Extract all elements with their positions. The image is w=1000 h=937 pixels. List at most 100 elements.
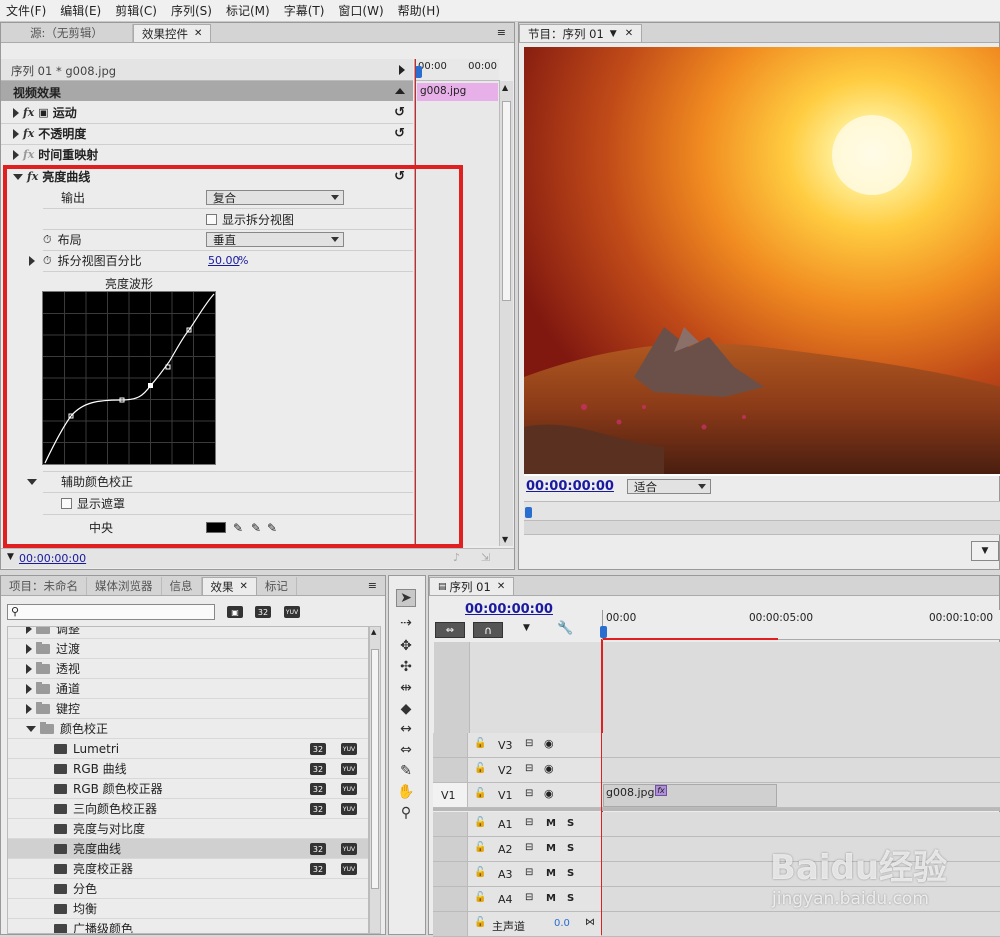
ec-scrollbar[interactable]: ▲ ▼ [499, 81, 513, 546]
effect-item-8[interactable]: 均衡 [8, 899, 368, 919]
effect-item-7[interactable]: 分色 [8, 879, 368, 899]
playhead-icon[interactable] [600, 626, 607, 638]
tab-project-2[interactable]: 信息 [162, 577, 202, 595]
folder-0[interactable]: 调整 [8, 627, 368, 639]
folder-5[interactable]: 颜色校正 [8, 719, 368, 739]
lock-icon[interactable]: 🔓 [474, 917, 486, 928]
selection-tool-icon[interactable]: ➤ [396, 589, 416, 607]
track-label[interactable]: V1 [498, 789, 513, 802]
slip-tool-icon[interactable]: ↔ [396, 720, 416, 738]
program-viewer[interactable] [524, 47, 1000, 474]
fx-badge-icon[interactable]: fx [655, 785, 667, 796]
source-patch-label[interactable]: V1 [441, 789, 456, 802]
lock-icon[interactable]: 🔓 [474, 788, 486, 799]
timeline-ruler[interactable]: 00:00 00:00:05:00 00:00:10:00 [600, 610, 1000, 640]
tab-source[interactable]: 源:（无剪辑） [1, 24, 133, 42]
expand-icon[interactable] [26, 643, 32, 654]
playhead-icon[interactable] [415, 66, 422, 78]
tab-sequence[interactable]: ▤ 序列 01 ✕ [429, 577, 515, 595]
timeline-timecode[interactable]: 00:00:00:00 [465, 602, 553, 617]
menu-item-7[interactable]: 帮助(H) [398, 2, 440, 19]
source-patch-cell[interactable] [433, 812, 468, 837]
new-bin-icon[interactable]: ▣ [227, 606, 243, 618]
panel-menu-icon[interactable]: ≡ [497, 26, 506, 39]
expand-icon[interactable] [13, 149, 19, 160]
lock-icon[interactable]: 🔓 [474, 842, 486, 853]
track-label[interactable]: A2 [498, 843, 513, 856]
expand-icon[interactable] [26, 703, 32, 714]
source-patch-cell[interactable] [433, 733, 468, 758]
lock-icon[interactable]: 🔓 [474, 892, 486, 903]
hand-tool-icon[interactable]: ✋ [396, 783, 416, 801]
sync-lock-icon[interactable]: ⊟ [525, 842, 533, 853]
folder-2[interactable]: 透视 [8, 659, 368, 679]
effect-item-9[interactable]: 广播级颜色 [8, 919, 368, 933]
search-input[interactable]: ⚲ [7, 604, 215, 620]
effect-item-4[interactable]: 亮度与对比度 [8, 819, 368, 839]
expand-icon[interactable] [13, 128, 19, 139]
close-icon[interactable]: ✕ [497, 581, 505, 592]
tab-effect-controls[interactable]: 效果控件 ✕ [133, 24, 212, 42]
track-label[interactable]: A4 [498, 893, 513, 906]
effect-item-2[interactable]: RGB 颜色校正器 32 YUV [8, 779, 368, 799]
effect-row-time-remap[interactable]: fx 时间重映射 [1, 144, 413, 165]
collapse-icon[interactable] [26, 725, 36, 732]
tree-scrollbar[interactable]: ▲ [369, 626, 381, 934]
solo-button[interactable]: S [567, 893, 574, 904]
lock-icon[interactable]: 🔓 [474, 763, 486, 774]
close-icon[interactable]: ✕ [625, 28, 633, 39]
audio-icon[interactable]: ♪ [453, 551, 460, 564]
zoom-tool-icon[interactable]: ⚲ [396, 804, 416, 822]
rolling-edit-tool-icon[interactable]: ✣ [396, 658, 416, 676]
ec-clip[interactable]: g008.jpg [417, 83, 498, 101]
export-icon[interactable]: ⇲ [481, 551, 490, 564]
tab-project-0[interactable]: 项目：未命名 [1, 577, 87, 595]
sync-lock-icon[interactable]: ⊟ [525, 738, 533, 749]
funnel-icon[interactable]: ▼ [7, 552, 14, 562]
effect-item-3[interactable]: 三向颜色校正器 32 YUV [8, 799, 368, 819]
tab-project-3[interactable]: 效果 ✕ [201, 577, 257, 595]
effect-item-1[interactable]: RGB 曲线 32 YUV [8, 759, 368, 779]
solo-button[interactable]: S [567, 818, 574, 829]
razor-tool-icon[interactable]: ◆ [396, 700, 416, 718]
expand-icon[interactable] [399, 65, 405, 75]
effect-item-6[interactable]: 亮度校正器 32 YUV [8, 859, 368, 879]
snap-button[interactable]: ⇔ [435, 622, 465, 638]
close-icon[interactable]: ✕ [194, 28, 202, 39]
track-label[interactable]: A1 [498, 818, 513, 831]
track-select-tool-icon[interactable]: ⇢ [396, 614, 416, 632]
playhead-icon[interactable] [525, 507, 532, 518]
track-lane[interactable] [601, 733, 1000, 758]
program-timecode[interactable]: 00:00:00:00 [526, 479, 614, 494]
menu-item-2[interactable]: 剪辑(C) [115, 2, 157, 19]
fit-dropdown[interactable]: 适合 [627, 479, 711, 494]
sync-lock-icon[interactable]: ⊟ [525, 867, 533, 878]
add-marker-icon[interactable]: ▼ [523, 623, 530, 633]
collapse-arrow-icon[interactable] [395, 88, 405, 94]
track-label[interactable]: V3 [498, 739, 513, 752]
master-volume-value[interactable]: 0.0 [554, 918, 570, 929]
pen-tool-icon[interactable]: ✎ [396, 762, 416, 780]
effect-item-5[interactable]: 亮度曲线 32 YUV [8, 839, 368, 859]
folder-4[interactable]: 键控 [8, 699, 368, 719]
mute-button[interactable]: M [546, 818, 556, 829]
lock-icon[interactable]: 🔓 [474, 738, 486, 749]
effect-row-opacity[interactable]: fx 不透明度 ↺ [1, 123, 413, 144]
track-label[interactable]: 主声道 [492, 918, 525, 934]
track-lane[interactable] [601, 758, 1000, 783]
expand-icon[interactable] [13, 107, 19, 118]
menu-item-6[interactable]: 窗口(W) [338, 2, 383, 19]
track-lane[interactable] [601, 912, 1000, 937]
accelerated-32-filter[interactable]: 32 [255, 606, 271, 618]
effect-item-0[interactable]: Lumetri 32 YUV [8, 739, 368, 759]
mute-button[interactable]: M [546, 893, 556, 904]
eye-icon[interactable]: ◉ [544, 762, 554, 775]
expand-icon[interactable] [26, 627, 32, 634]
marker-button[interactable]: ▼ [971, 541, 999, 561]
ec-footer-time[interactable]: 00:00:00:00 [19, 552, 86, 565]
tab-program[interactable]: 节目：序列 01 ▼ ✕ [519, 24, 643, 42]
close-icon[interactable]: ✕ [240, 581, 248, 592]
menu-item-4[interactable]: 标记(M) [226, 2, 270, 19]
program-scrubber[interactable] [524, 501, 1000, 521]
menu-item-0[interactable]: 文件(F) [6, 2, 46, 19]
